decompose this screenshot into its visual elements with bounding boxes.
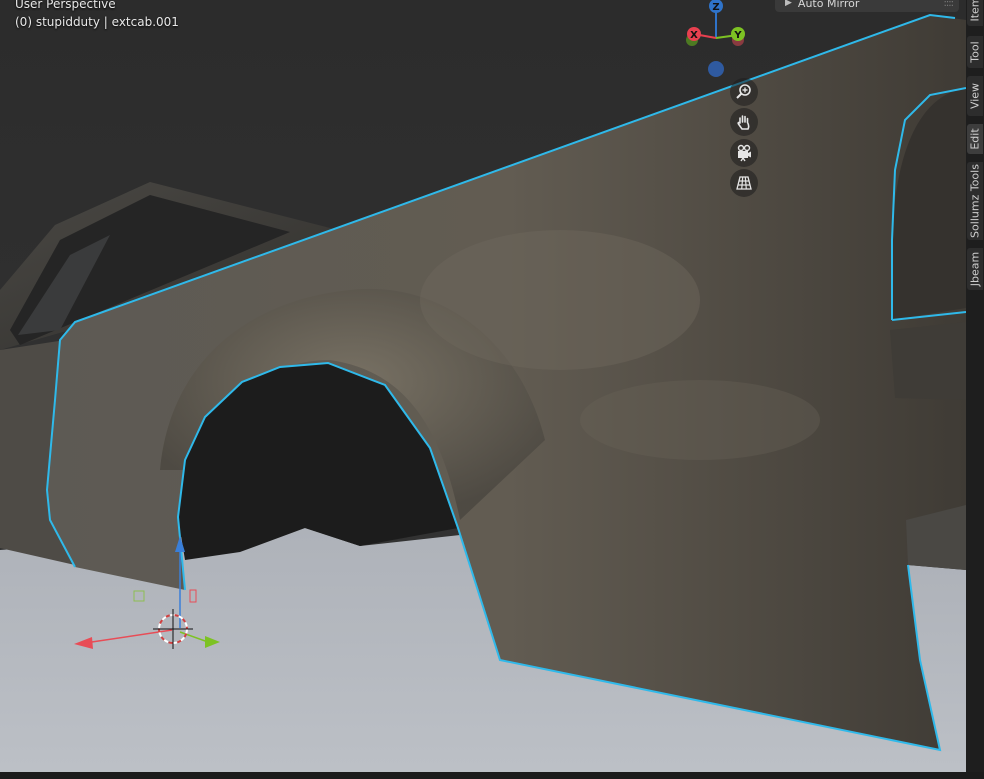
sidebar-tabs: Item Tool View Edit Sollumz Tools Jbeam (966, 0, 984, 772)
hand-icon (737, 115, 750, 130)
scene-render[interactable] (0, 0, 966, 772)
tab-item-label: Item (968, 0, 982, 22)
object-info-label: (0) stupidduty | extcab.001 (15, 15, 179, 29)
grid-icon (736, 176, 752, 190)
perspective-toggle-button[interactable] (730, 169, 758, 197)
drag-handle-icon[interactable]: :::: (944, 0, 955, 9)
tab-jbeam[interactable]: Jbeam (967, 248, 983, 290)
tab-edit-label: Edit (968, 128, 982, 150)
auto-mirror-panel[interactable]: ▶ Auto Mirror :::: (775, 0, 959, 12)
tab-jbeam-label: Jbeam (968, 251, 982, 287)
reflection (420, 230, 700, 370)
navigation-gizmo[interactable]: Z X Y (680, 0, 752, 80)
tab-sollumz-tools[interactable]: Sollumz Tools (967, 162, 983, 240)
reflection (580, 380, 820, 460)
camera-view-button[interactable] (730, 139, 758, 167)
tab-edit[interactable]: Edit (967, 124, 983, 154)
tab-tool[interactable]: Tool (967, 36, 983, 68)
tailgate-edge (890, 322, 966, 400)
pan-button[interactable] (730, 108, 758, 136)
status-bar (0, 772, 984, 779)
tab-sollumz-tools-label: Sollumz Tools (968, 164, 982, 238)
gizmo-nav-z-label: Z (712, 2, 719, 13)
3d-viewport[interactable]: User Perspective (0) stupidduty | extcab… (0, 0, 966, 772)
tab-item[interactable]: Item (967, 0, 983, 26)
gizmo-nav-y-label: Y (733, 30, 742, 41)
tab-view-label: View (968, 82, 982, 110)
gizmo-nav-x-label: X (690, 30, 698, 41)
zoom-button[interactable] (730, 78, 758, 106)
view-name-label: User Perspective (15, 0, 116, 11)
camera-icon (737, 144, 751, 162)
zoom-in-icon (736, 84, 751, 99)
tab-view[interactable]: View (967, 76, 983, 116)
gizmo-nav-neg-z[interactable] (708, 61, 724, 77)
chevron-right-icon[interactable]: ▶ (785, 0, 792, 8)
auto-mirror-label: Auto Mirror (797, 0, 860, 10)
tab-tool-label: Tool (968, 41, 982, 63)
